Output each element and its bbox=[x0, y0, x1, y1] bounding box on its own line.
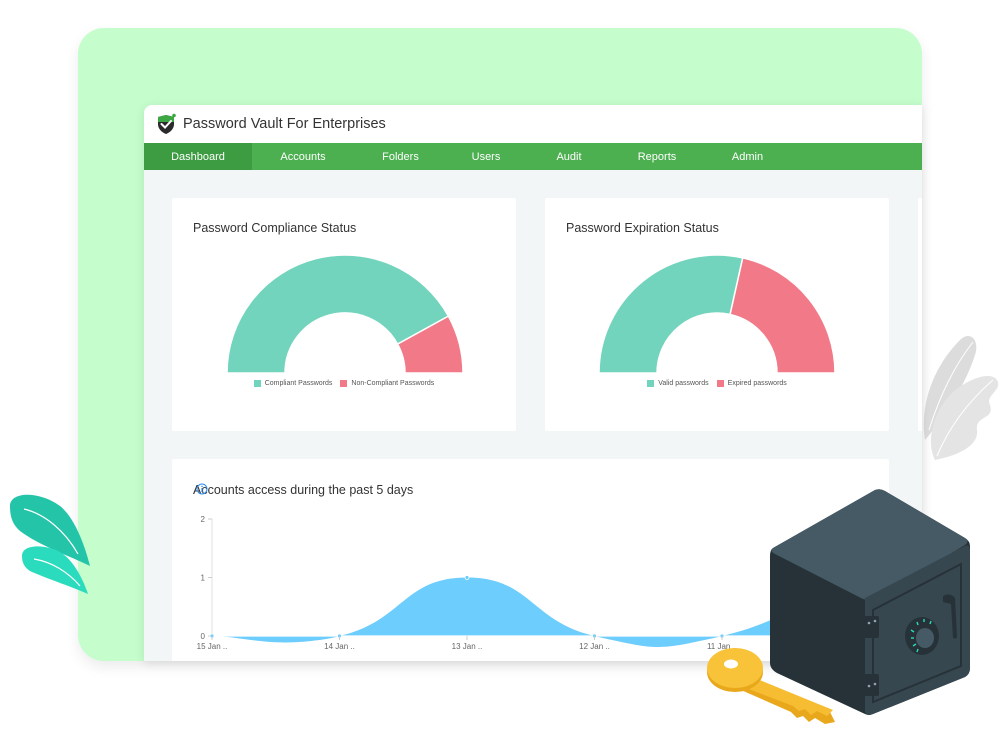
leaf-decoration-left-icon bbox=[10, 494, 90, 594]
x-tick-label: 12 Jan .. bbox=[579, 642, 610, 651]
legend-label: Expired passwords bbox=[727, 380, 787, 387]
legend-item-non-compliant[interactable]: Non-Compliant Passwords bbox=[340, 380, 434, 387]
legend-swatch-non-compliant bbox=[340, 380, 348, 387]
nav-tab-admin[interactable]: Admin bbox=[701, 143, 794, 170]
expiration-status-card: Password Expiration Status Valid passwor… bbox=[545, 198, 889, 431]
compliance-legend: Compliant Passwords Non-Compliant Passwo… bbox=[172, 380, 516, 387]
area-dip bbox=[594, 636, 722, 644]
title-bar: Password Vault For Enterprises bbox=[144, 105, 922, 143]
legend-label: Compliant Passwords bbox=[264, 380, 333, 387]
y-tick-label: 2 bbox=[201, 515, 206, 524]
legend-label: Valid passwords bbox=[658, 380, 709, 387]
compliance-status-card: Password Compliance Status Compliant Pas… bbox=[172, 198, 516, 431]
x-tick-label: 15 Jan .. bbox=[197, 642, 228, 651]
nav-tab-reports[interactable]: Reports bbox=[613, 143, 701, 170]
legend-label: Non-Compliant Passwords bbox=[351, 380, 435, 387]
shield-check-icon bbox=[158, 113, 176, 134]
legend-item-expired[interactable]: Expired passwords bbox=[716, 380, 787, 387]
x-tick-label: 14 Jan .. bbox=[324, 642, 355, 651]
legend-swatch-expired bbox=[716, 380, 724, 387]
nav-tab-accounts[interactable]: Accounts bbox=[252, 143, 354, 170]
partial-card-edge bbox=[918, 198, 922, 431]
y-tick-label: 1 bbox=[201, 574, 206, 583]
data-point[interactable] bbox=[464, 575, 470, 580]
x-tick-label: 13 Jan .. bbox=[452, 642, 483, 651]
compliance-gauge-chart bbox=[226, 254, 464, 374]
legend-swatch-valid bbox=[647, 380, 655, 387]
legend-item-compliant[interactable]: Compliant Passwords bbox=[253, 380, 333, 387]
nav-tab-users[interactable]: Users bbox=[447, 143, 525, 170]
main-nav: Dashboard Accounts Folders Users Audit R… bbox=[144, 143, 922, 170]
legend-swatch-compliant bbox=[253, 380, 261, 387]
y-tick-label: 0 bbox=[201, 632, 206, 641]
gauge-slice-valid-passwords[interactable] bbox=[598, 254, 744, 374]
safe-illustration-icon bbox=[770, 489, 970, 715]
gauge-slice-expired-passwords[interactable] bbox=[729, 256, 836, 374]
nav-tab-dashboard[interactable]: Dashboard bbox=[144, 143, 252, 170]
nav-tab-folders[interactable]: Folders bbox=[354, 143, 447, 170]
expiration-legend: Valid passwords Expired passwords bbox=[545, 380, 889, 387]
nav-tab-audit[interactable]: Audit bbox=[525, 143, 613, 170]
legend-item-valid[interactable]: Valid passwords bbox=[647, 380, 709, 387]
expiration-gauge-chart bbox=[598, 254, 836, 374]
app-title: Password Vault For Enterprises bbox=[183, 116, 386, 132]
